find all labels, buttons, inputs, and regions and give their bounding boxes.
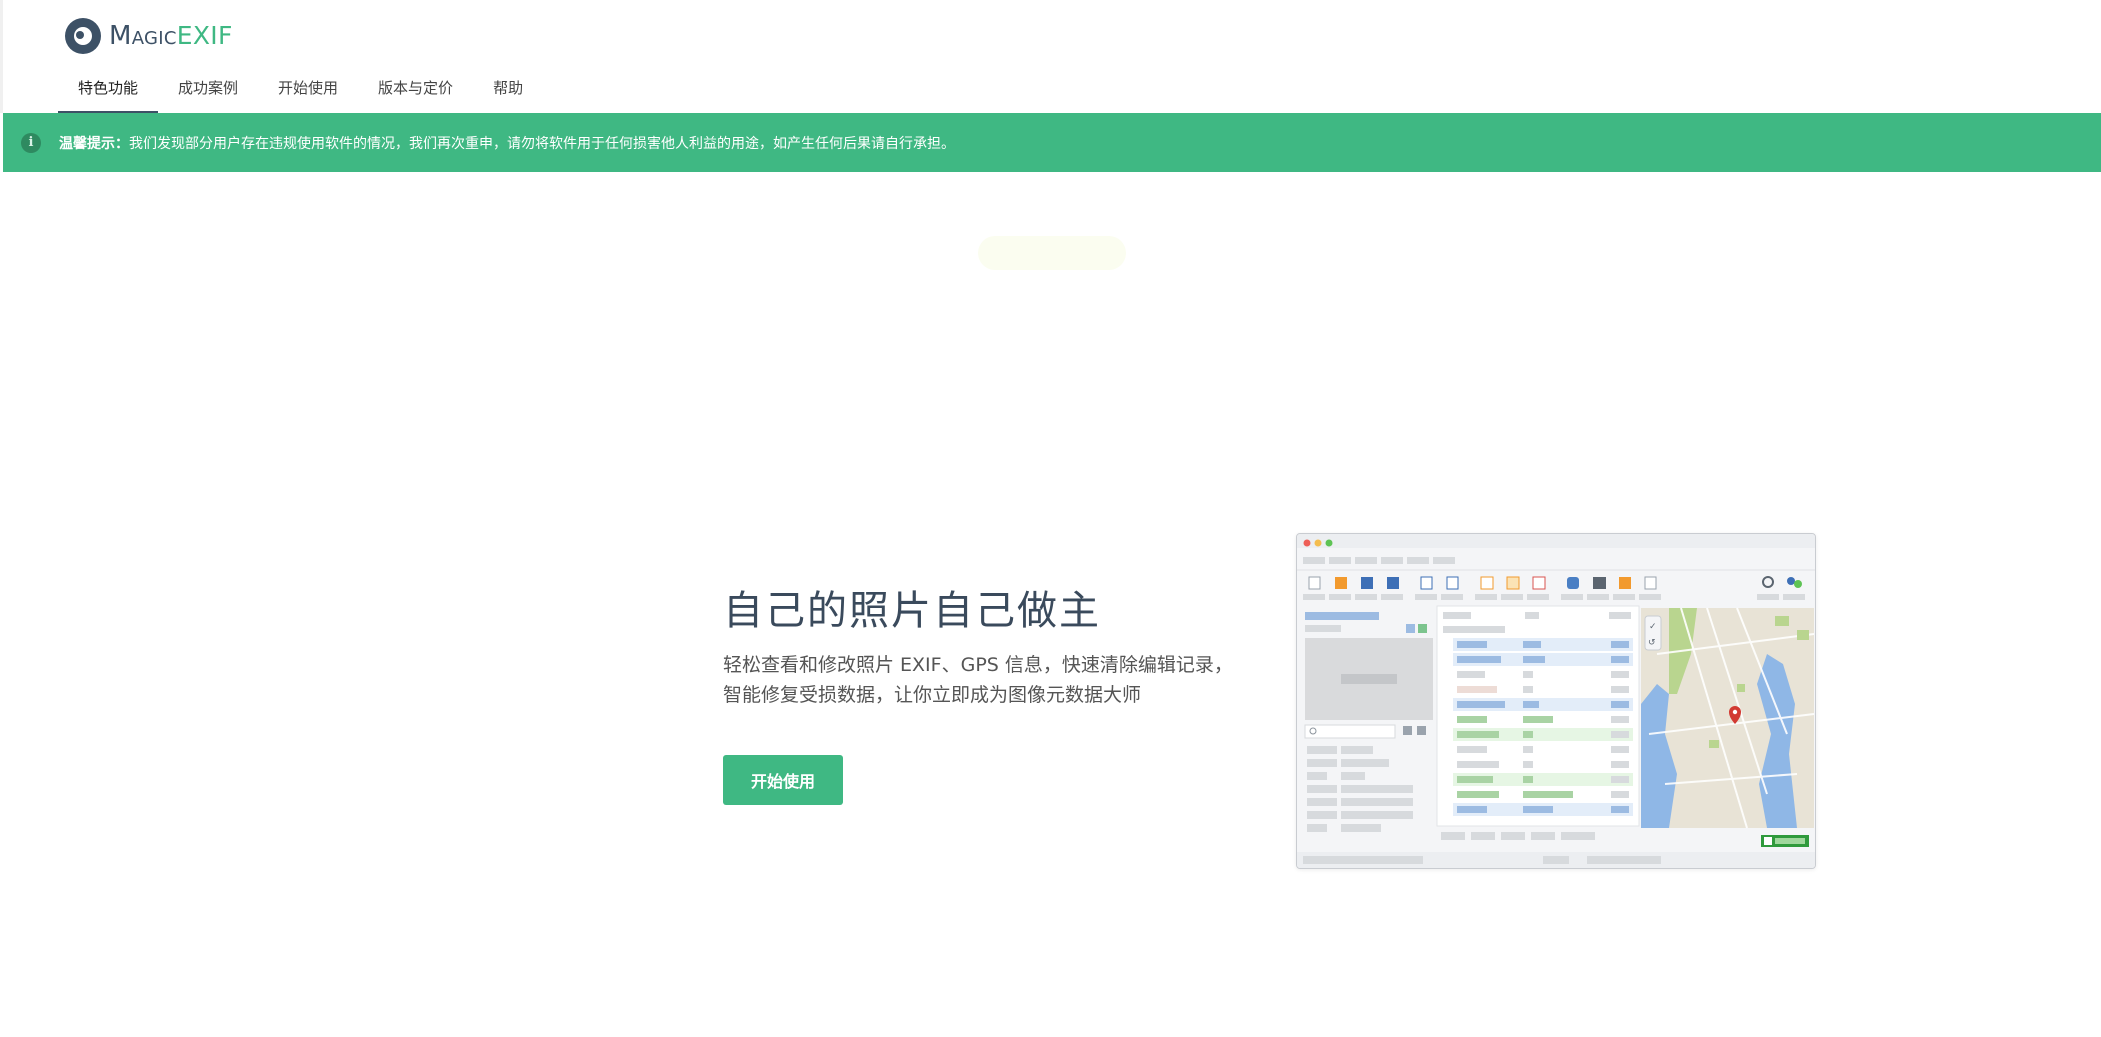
nav-item-pricing[interactable]: 版本与定价 [358,70,473,113]
info-icon: i [21,132,41,153]
svg-text:✓: ✓ [1649,622,1657,632]
nav-item-get-started[interactable]: 开始使用 [258,70,358,113]
window-maximize-dot [1325,539,1333,547]
window-minimize-dot [1314,539,1322,547]
logo-text-magic: Magic [109,21,177,51]
nav-item-help[interactable]: 帮助 [473,70,543,113]
app-preview-svg: ✓ ↺ [1297,534,1815,868]
notice-prefix: 温馨提示： [59,135,129,152]
hero-subtitle-line-1: 轻松查看和修改照片 EXIF、GPS 信息，快速清除编辑记录， [723,654,1233,676]
hero-title: 自己的照片自己做主 [723,588,1101,634]
hero-subtitle-line-2: 智能修复受损数据，让你立即成为图像元数据大师 [723,684,1142,706]
svg-text:↺: ↺ [1648,638,1656,648]
logo-icon [65,18,101,54]
logo-text-exif: EXIF [176,21,233,50]
faded-badge [978,236,1126,270]
window-close-dot [1303,539,1311,547]
notice-bar: i 温馨提示：我们发现部分用户存在违规使用软件的情况，我们再次重申，请勿将软件用… [3,113,2101,172]
site-header: MagicEXIF 特色功能 成功案例 开始使用 版本与定价 帮助 [0,0,2101,113]
notice-text: 温馨提示：我们发现部分用户存在违规使用软件的情况，我们再次重申，请勿将软件用于任… [59,133,955,153]
main-nav: 特色功能 成功案例 开始使用 版本与定价 帮助 [58,70,543,113]
logo[interactable]: MagicEXIF [65,18,233,54]
get-started-button[interactable]: 开始使用 [723,755,843,805]
nav-item-cases[interactable]: 成功案例 [158,70,258,113]
toolbar-icons [1308,576,1802,590]
hero-subtitle: 轻松查看和修改照片 EXIF、GPS 信息，快速清除编辑记录， 智能修复受损数据… [723,650,1243,710]
logo-text: MagicEXIF [109,18,233,54]
app-preview-image: ✓ ↺ [1296,533,1816,869]
notice-body: 我们发现部分用户存在违规使用软件的情况，我们再次重申，请勿将软件用于任何损害他人… [129,135,955,152]
nav-item-features[interactable]: 特色功能 [58,70,159,113]
